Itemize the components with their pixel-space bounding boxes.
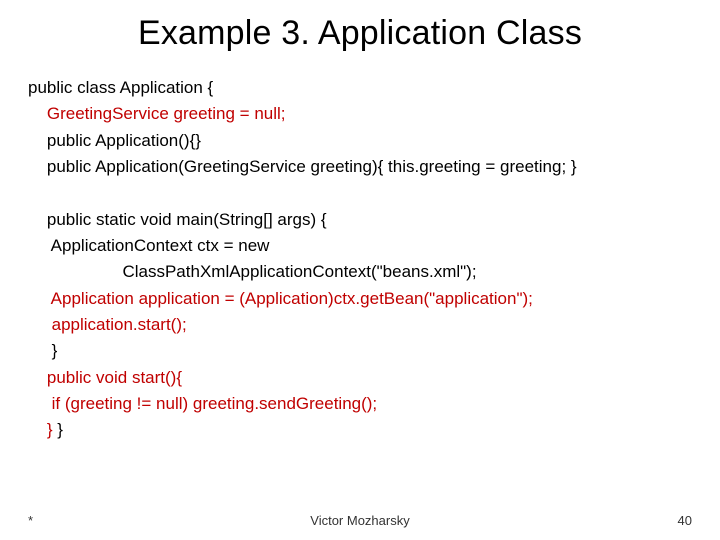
code-line: ClassPathXmlApplicationContext("beans.xm… [28, 262, 477, 281]
slide-title: Example 3. Application Class [28, 14, 692, 53]
code-line: application.start(); [28, 315, 187, 334]
code-line: public Application(GreetingService greet… [28, 157, 577, 176]
code-line: GreetingService greeting = null; [28, 104, 286, 123]
code-line: if (greeting != null) greeting.sendGreet… [28, 394, 377, 413]
code-line: } [28, 341, 57, 360]
code-line: public Application(){} [28, 131, 201, 150]
footer-page-number: 40 [678, 513, 692, 528]
code-line: public class Application { [28, 78, 213, 97]
footer-left: * [28, 513, 33, 528]
footer: * Victor Mozharsky 40 [0, 513, 720, 528]
code-line: Application application = (Application)c… [28, 289, 533, 308]
code-line-part: } [28, 420, 53, 439]
code-line: public static void main(String[] args) { [28, 210, 327, 229]
code-line-part: } [53, 420, 63, 439]
code-line: public void start(){ [28, 368, 182, 387]
code-block: public class Application { GreetingServi… [28, 75, 692, 444]
footer-center: Victor Mozharsky [0, 513, 720, 528]
code-line: ApplicationContext ctx = new [28, 236, 269, 255]
slide: Example 3. Application Class public clas… [0, 0, 720, 540]
